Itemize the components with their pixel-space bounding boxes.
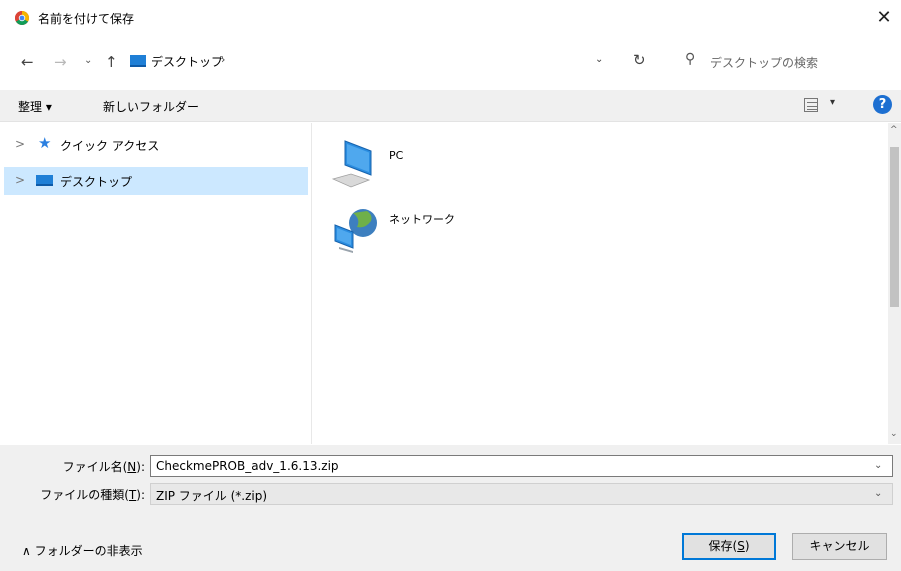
title-bar: 名前を付けて保存 ✕ [0,0,901,36]
address-bar[interactable]: デスクトップ › ⌄ ↻ [123,45,659,78]
address-dropdown-button[interactable]: ⌄ [595,54,603,65]
command-bar: 整理 ▾ 新しいフォルダー ▾ ? [0,90,901,122]
breadcrumb-separator[interactable]: › [221,53,225,66]
filetype-value[interactable]: ZIP ファイル (*.zip) [156,487,267,504]
search-icon: ⚲ [685,51,696,67]
list-item-network[interactable]: ネットワーク [331,199,491,259]
recent-locations-button[interactable]: ⌄ [84,55,92,66]
hide-folders-button[interactable]: ∧ フォルダーの非表示 [22,542,143,559]
nav-item-desktop[interactable]: > デスクトップ [4,167,308,195]
file-list[interactable]: PC ネットワーク [313,123,888,444]
close-button[interactable]: ✕ [872,6,896,30]
save-button[interactable]: 保存(S) [682,533,776,560]
filetype-label: ファイルの種類(T): [40,488,145,502]
chevron-down-icon[interactable]: ⌄ [874,460,882,471]
list-item-label: ネットワーク [389,213,455,226]
search-box[interactable]: ⚲ デスクトップの検索 [670,46,892,77]
computer-icon [331,140,372,188]
network-icon [334,209,377,253]
list-item-label: PC [389,149,404,162]
chevron-down-icon[interactable]: ⌄ [874,488,882,499]
forward-button[interactable]: → [54,53,67,71]
refresh-button[interactable]: ↻ [633,51,646,69]
search-placeholder[interactable]: デスクトップの検索 [710,54,818,71]
list-item-pc[interactable]: PC [331,135,471,195]
filetype-select[interactable]: ZIP ファイル (*.zip) ⌄ [150,483,893,505]
cancel-button[interactable]: キャンセル [792,533,887,560]
chrome-icon [15,11,29,25]
expand-chevron-icon[interactable]: > [15,137,25,151]
navigation-pane: > ★ クイック アクセス > デスクトップ [0,123,312,444]
expand-chevron-icon[interactable]: > [15,173,25,187]
desktop-icon [36,175,53,186]
nav-item-label: デスクトップ [60,175,133,189]
scroll-down-button[interactable]: ⌄ [890,429,898,439]
scroll-up-button[interactable]: ^ [890,125,898,135]
scrollbar[interactable]: ^ ⌄ [888,123,901,444]
filename-value[interactable]: CheckmePROB_adv_1.6.13.zip [156,459,339,473]
view-icon [804,98,818,112]
filename-input[interactable]: CheckmePROB_adv_1.6.13.zip ⌄ [150,455,893,477]
window-title: 名前を付けて保存 [38,12,135,26]
organize-button[interactable]: 整理 ▾ [18,98,52,115]
address-path[interactable]: デスクトップ [151,53,223,70]
help-button[interactable]: ? [873,95,892,114]
new-folder-button[interactable]: 新しいフォルダー [103,98,199,115]
back-button[interactable]: ← [21,53,34,71]
view-options-button[interactable]: ▾ [804,95,844,117]
scroll-thumb[interactable] [890,147,899,307]
up-button[interactable]: ↑ [105,53,118,71]
nav-item-quick-access[interactable]: > ★ クイック アクセス [4,131,308,159]
chevron-down-icon[interactable]: ▾ [830,97,835,108]
save-options-panel: ファイル名(N): CheckmePROB_adv_1.6.13.zip ⌄ フ… [0,445,901,571]
filename-label: ファイル名(N): [62,460,145,474]
nav-item-label: クイック アクセス [60,139,160,153]
desktop-icon [130,55,146,67]
star-icon: ★ [38,134,52,152]
